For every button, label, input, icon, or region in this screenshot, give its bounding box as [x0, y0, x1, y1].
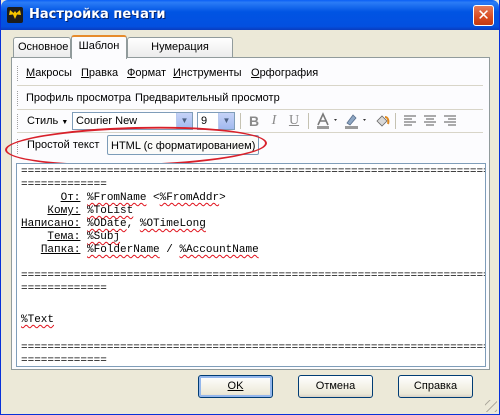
align-right-button[interactable] — [441, 112, 459, 130]
print-preview-button[interactable]: Предварительный просмотр — [135, 87, 280, 109]
macro-text: %Text — [21, 314, 55, 326]
tab-page-numbering[interactable]: Нумерация страниц — [127, 37, 233, 71]
menu-macros[interactable]: Макросы — [26, 62, 72, 84]
font-size-combo[interactable]: 9 ▼ — [197, 112, 235, 130]
style-dropdown[interactable]: Стиль ▼ — [27, 110, 68, 134]
menu-spelling[interactable]: Орфография — [251, 62, 318, 84]
toolbar-grip[interactable] — [17, 66, 20, 81]
align-right-icon — [444, 115, 456, 126]
menu-edit-accel: П — [81, 67, 89, 79]
field-text: > — [219, 192, 226, 204]
menu-macros-label: акросы — [35, 67, 72, 79]
field-label-subject: Тема: — [47, 231, 81, 243]
font-size-value: 9 — [201, 115, 208, 127]
align-center-icon — [424, 115, 436, 126]
macro-from-name: %FromName — [87, 192, 147, 204]
menu-tools-label: нструменты — [180, 67, 242, 79]
menu-bar: Макросы Правка Формат Инструменты Орфогр… — [17, 62, 483, 86]
print-settings-dialog: Настройка печати ✕ Основное Шаблон Нумер… — [0, 0, 500, 415]
field-text: < — [146, 192, 160, 204]
font-value: Courier New — [76, 115, 138, 127]
menu-tools-accel: И — [173, 67, 181, 79]
dropdown-arrow-icon: ▼ — [61, 119, 69, 126]
header-field-to: Кому: %ToList — [21, 205, 133, 218]
title-bar[interactable]: Настройка печати ✕ — [1, 0, 499, 30]
tab-template-label: Шаблон — [78, 40, 120, 52]
header-field-folder: Папка: %FolderName / %AccountName — [21, 244, 259, 257]
font-color-icon — [317, 112, 337, 129]
field-text: , — [126, 218, 140, 230]
chevron-down-icon[interactable]: ▼ — [218, 113, 234, 129]
separator-line: ========================================… — [21, 270, 485, 282]
macro-folder-name: %FolderName — [87, 244, 160, 256]
field-label-folder: Папка: — [40, 244, 81, 256]
cancel-button[interactable]: Отмена — [298, 375, 373, 398]
toolbar-separator — [240, 113, 241, 129]
style-label: Стиль — [27, 115, 59, 127]
toolbar-grip[interactable] — [17, 114, 20, 129]
toolbar-separator — [395, 113, 396, 129]
field-label-from: От: — [60, 192, 81, 204]
align-center-button[interactable] — [421, 112, 439, 130]
macro-account-name: %AccountName — [179, 244, 259, 256]
toolbar-grip[interactable] — [17, 91, 20, 106]
header-field-subject: Тема: %Subj — [21, 231, 120, 244]
field-label-to: Кому: — [47, 205, 81, 217]
tab-template[interactable]: Шаблон — [71, 35, 127, 59]
macro-otime-long: %OTimeLong — [139, 218, 206, 230]
toolbar-separator — [308, 113, 309, 129]
html-mode-button[interactable]: HTML (с форматированием) — [107, 135, 260, 155]
highlighter-icon — [345, 114, 366, 129]
close-icon: ✕ — [477, 6, 490, 24]
underline-button[interactable]: U — [285, 112, 303, 130]
menu-edit-label: равка — [88, 67, 119, 79]
toolbar-grip[interactable] — [17, 139, 20, 154]
help-button[interactable]: Справка — [398, 375, 473, 398]
plain-text-button[interactable]: Простой текст — [24, 135, 102, 155]
ok-button-label: OK — [227, 380, 244, 392]
separator-line: ========================================… — [21, 166, 485, 178]
font-combo[interactable]: Courier New ▼ — [72, 112, 193, 130]
bold-button[interactable]: B — [245, 112, 263, 130]
menu-format-label: ормат — [135, 67, 167, 79]
align-left-icon — [404, 115, 416, 126]
ok-button[interactable]: OK — [198, 375, 273, 398]
macro-odate: %ODate — [87, 218, 127, 230]
header-field-written: Написано: %ODate, %OTimeLong — [21, 218, 206, 231]
paint-bucket-icon — [376, 115, 390, 127]
chevron-down-icon[interactable]: ▼ — [176, 113, 192, 129]
italic-button[interactable]: I — [265, 112, 283, 130]
view-toolbar: Профиль просмотра Предварительный просмо… — [17, 87, 483, 110]
body-macro: %Text — [21, 314, 54, 327]
font-color-button[interactable] — [315, 112, 341, 130]
separator-line: ============= — [21, 283, 107, 295]
tab-general-label: Основное — [18, 41, 69, 53]
resize-grip[interactable] — [485, 400, 497, 412]
highlight-color-button[interactable] — [343, 112, 371, 130]
menu-tools[interactable]: Инструменты — [173, 62, 242, 84]
field-label-written: Написано: — [21, 218, 81, 230]
macro-to-list: %ToList — [87, 205, 134, 217]
header-field-from: От: %FromName <%FromAddr> — [21, 192, 226, 205]
menu-format[interactable]: Формат — [127, 62, 166, 84]
menu-macros-accel: М — [26, 67, 36, 79]
profile-view-button[interactable]: Профиль просмотра — [26, 87, 131, 109]
separator-line: ============= — [21, 355, 107, 367]
window-title: Настройка печати — [29, 7, 166, 22]
separator-line: ========================================… — [21, 342, 485, 354]
separator-line: ============= — [21, 179, 107, 191]
align-left-button[interactable] — [401, 112, 419, 130]
macro-subj: %Subj — [87, 231, 121, 243]
template-editor[interactable]: ========================================… — [16, 163, 486, 367]
menu-spelling-accel: О — [251, 67, 260, 79]
tab-general[interactable]: Основное — [13, 37, 71, 57]
close-button[interactable]: ✕ — [473, 5, 494, 26]
field-text: / — [159, 244, 180, 256]
bat-app-icon — [7, 7, 23, 23]
menu-spelling-label: рфография — [259, 67, 319, 79]
macro-from-addr: %FromAddr — [159, 192, 220, 204]
menu-edit[interactable]: Правка — [81, 62, 118, 84]
background-fill-button[interactable] — [373, 112, 391, 130]
